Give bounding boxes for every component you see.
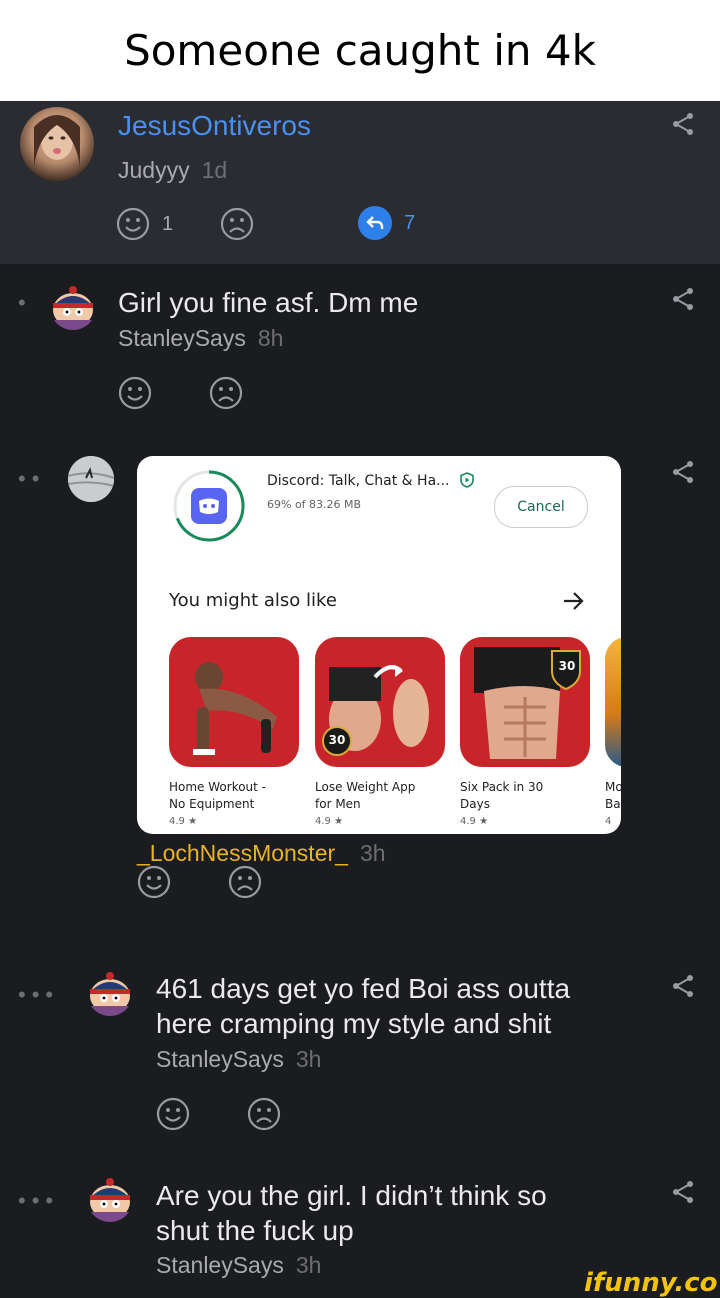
app-label-line: Lose Weight App [315,780,416,794]
app-label[interactable]: Home Workout - No Equipment 4.9 ★ [169,779,266,830]
stanley-avatar[interactable] [87,970,133,1016]
comment-meta: _LochNessMonster_ 3h [137,840,386,867]
comment-time: 3h [295,1046,322,1072]
share-icon[interactable] [670,459,696,485]
section-title: You might also like [169,590,337,611]
ifunny-watermark: ifunny.co [584,1268,718,1298]
op-subline: Judyyy 1d [118,157,227,184]
share-icon[interactable] [670,111,696,137]
badge: 30 [328,733,346,747]
reply-icon[interactable] [358,206,392,240]
share-icon[interactable] [670,973,696,999]
stanley-avatar[interactable] [87,1176,133,1222]
share-icon[interactable] [670,1179,696,1205]
app-label-line: Home Workout - [169,780,267,794]
app-label[interactable]: Mo Ba 4 [605,779,621,830]
app-icon-six-pack[interactable]: 30 [460,637,590,767]
app-label-line: Six Pack in 30 [460,780,544,794]
thread-depth-dots: • [18,290,32,315]
frown-icon[interactable] [220,207,254,241]
frown-icon[interactable] [228,865,262,899]
thread-depth-dots: ••• [18,982,60,1007]
app-icon-partial[interactable] [605,637,621,767]
arrow-right-icon[interactable] [562,590,586,612]
comment-meta: StanleySays 3h [156,1046,321,1073]
comment-user[interactable]: StanleySays [156,1252,284,1278]
app-rating: 4.9 ★ [460,816,489,827]
app-label-line: for Men [315,797,361,811]
comment-text: Girl you fine asf. Dm me [118,287,419,318]
comment-line: shut the fuck up [156,1215,354,1246]
share-icon[interactable] [670,286,696,312]
progress-text: 69% of 83.26 MB [267,498,362,511]
app-label-line: Mo [605,780,621,794]
loch-avatar[interactable] [68,456,114,502]
comment-user[interactable]: StanleySays [156,1046,284,1072]
badge: 30 [558,659,576,673]
comment-time: 8h [257,325,284,351]
caption: Someone caught in 4k [0,0,720,101]
thread-depth-dots: •• [18,466,46,491]
comment-time: 3h [295,1252,322,1278]
cancel-button[interactable]: Cancel [494,486,588,528]
comment-user[interactable]: _LochNessMonster_ [137,840,348,866]
app-label-line: Days [460,797,490,811]
attached-image[interactable]: Discord: Talk, Chat & Ha... 69% of 83.26… [137,456,621,834]
op-subuser[interactable]: Judyyy [118,157,190,183]
app-label-line: Ba [605,797,621,811]
app-icon-lose-weight[interactable]: 30 [315,637,445,767]
thread-depth-dots: ••• [18,1188,60,1213]
app-label[interactable]: Six Pack in 30 Days 4.9 ★ [460,779,543,830]
op-username[interactable]: JesusOntiveros [118,110,311,142]
comment-text: Are you the girl. I didn’t think so shut … [156,1178,547,1248]
op-avatar[interactable] [20,107,94,181]
smile-count: 1 [162,213,174,235]
stanley-avatar[interactable] [50,284,96,330]
smile-icon[interactable] [118,376,152,410]
app-label[interactable]: Lose Weight App for Men 4.9 ★ [315,779,415,830]
op-panel [0,101,720,264]
reply-count: 7 [404,212,416,234]
app-rating: 4 [605,816,612,827]
app-icon-home-workout[interactable] [169,637,299,767]
comment-meta: StanleySays 8h [118,325,283,352]
comment-text: 461 days get yo fed Boi ass outta here cr… [156,971,570,1041]
frown-icon[interactable] [247,1097,281,1131]
app-rating: 4.9 ★ [315,816,344,827]
app-label-line: No Equipment [169,797,255,811]
comment-time: 3h [359,840,386,866]
smile-icon[interactable] [156,1097,190,1131]
comment-meta: StanleySays 3h [156,1252,321,1279]
smile-icon[interactable] [116,207,150,241]
comment-line: Are you the girl. I didn’t think so [156,1180,547,1211]
play-protect-icon [460,472,474,488]
frown-icon[interactable] [209,376,243,410]
comment-line: here cramping my style and shit [156,1008,552,1039]
app-rating: 4.9 ★ [169,816,198,827]
smile-icon[interactable] [137,865,171,899]
comment-user[interactable]: StanleySays [118,325,246,351]
comment-line: 461 days get yo fed Boi ass outta [156,973,571,1004]
download-progress-ring [173,470,245,542]
op-time: 1d [201,157,228,183]
app-title: Discord: Talk, Chat & Ha... [267,473,450,489]
